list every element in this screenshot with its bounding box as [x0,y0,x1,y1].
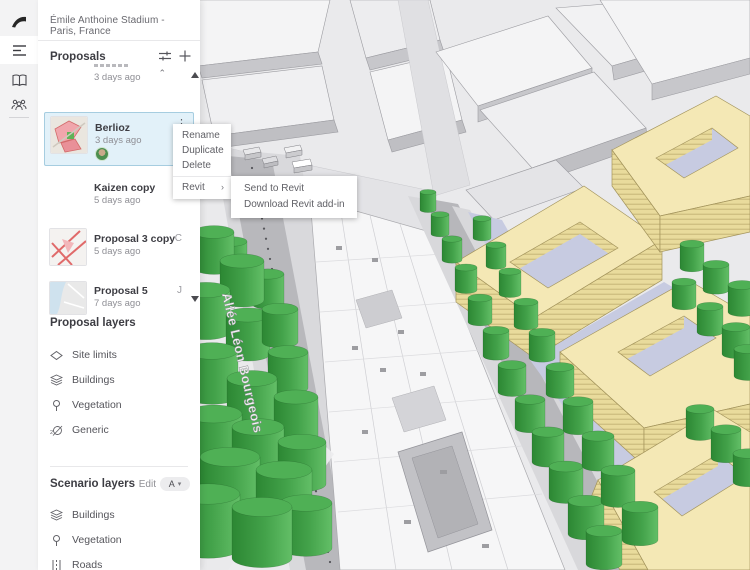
scenario-layer-vegetation[interactable]: Vegetation [50,530,190,550]
proposal-row[interactable]: Proposal 5 7 days ago J [44,278,194,318]
proposal-thumbnail [50,116,88,154]
forma-logo-icon [9,12,29,32]
scroll-down-icon[interactable] [191,296,199,302]
owner-initial: J [177,285,182,296]
revit-submenu: Send to Revit Download Revit add-in [231,176,357,218]
layer-label: Site limits [72,349,117,361]
project-title: Émile Anthoine Stadium - Paris, France [50,15,192,37]
layer-vegetation[interactable]: Vegetation [50,395,190,415]
proposal-time: 7 days ago [94,298,140,309]
book-icon [12,74,27,87]
proposal-time: 5 days ago [94,246,140,257]
context-menu: Rename Duplicate Delete Revit › [173,124,231,199]
menu-item-send-to-revit[interactable]: Send to Revit [231,181,357,197]
layer-label: Vegetation [72,399,122,411]
menu-item-delete[interactable]: Delete [173,158,231,173]
divider [50,466,188,467]
proposal-name: Kaizen copy [94,182,155,194]
forma-logo[interactable] [0,8,38,36]
rail-divider [9,117,29,118]
scenario-layer-buildings[interactable]: Buildings [50,505,190,525]
proposal-name: Proposal 3 copy [94,233,175,245]
proposal-thumbnail [49,281,87,315]
proposal-time: 3 days ago [95,135,141,146]
app-window: Allée Léon Bourgeois [0,0,750,570]
edit-scenario-link[interactable]: Edit [139,479,156,490]
layer-buildings[interactable]: Buildings [50,370,190,390]
menu-item-rename[interactable]: Rename [173,128,231,143]
proposal-time: 3 days ago [94,72,140,83]
rail-item-collaboration[interactable] [0,90,38,118]
people-icon [11,98,27,111]
divider [38,40,200,41]
layer-label: Generic [72,424,109,436]
clipped-proposal-name [94,64,128,67]
menu-item-label: Revit [182,180,205,195]
proposal-name: Berlioz [95,122,130,134]
scenario-badge: A [169,479,175,489]
vegetation-layer-icon [50,399,63,412]
generic-layer-icon: 2 [50,424,63,437]
buildings-layer-icon [50,374,63,387]
buildings-layer-icon [50,509,63,522]
vegetation-layer-icon [50,534,63,547]
svg-text:2: 2 [50,430,53,436]
scenario-layers-header: Scenario layers [50,478,135,490]
proposal-row-selected[interactable]: Berlioz 3 days ago ⋮ [44,112,194,166]
layer-generic[interactable]: 2 Generic [50,420,190,440]
layer-label: Buildings [72,374,115,386]
rail-item-proposals[interactable] [0,36,38,64]
icon-rail [0,0,38,570]
layer-label: Buildings [72,509,115,521]
avatar [95,147,109,161]
menu-item-duplicate[interactable]: Duplicate [173,143,231,158]
menu-item-download-revit-addin[interactable]: Download Revit add-in [231,197,357,213]
site-limits-icon [50,349,63,362]
proposal-time: 5 days ago [94,195,140,206]
scenario-layer-roads[interactable]: Roads [50,555,190,570]
proposal-thumbnail [49,228,87,266]
collapse-caret-icon[interactable]: ⌃ [158,68,166,79]
menu-item-revit[interactable]: Revit › [173,180,231,195]
proposal-layers-header: Proposal layers [50,317,136,329]
proposal-row-clipped[interactable]: 3 days ago ⌃ [44,60,194,102]
proposal-name: Proposal 5 [94,285,148,297]
layer-site-limits[interactable]: Site limits [50,345,190,365]
roads-layer-icon [50,559,63,570]
owner-initial: C [175,233,182,244]
proposals-panel: Émile Anthoine Stadium - Paris, France P… [38,0,200,570]
chevron-down-icon: ▾ [178,480,182,488]
menu-separator [173,176,231,177]
proposal-row[interactable]: Proposal 3 copy 5 days ago C [44,225,194,271]
layer-label: Roads [72,559,102,570]
scroll-up-icon[interactable] [191,72,199,78]
proposal-row[interactable]: Kaizen copy 5 days ago [44,176,194,218]
proposals-list-icon [12,44,27,57]
scenario-selector[interactable]: A ▾ [160,477,190,491]
layer-label: Vegetation [72,534,122,546]
chevron-right-icon: › [221,180,224,195]
